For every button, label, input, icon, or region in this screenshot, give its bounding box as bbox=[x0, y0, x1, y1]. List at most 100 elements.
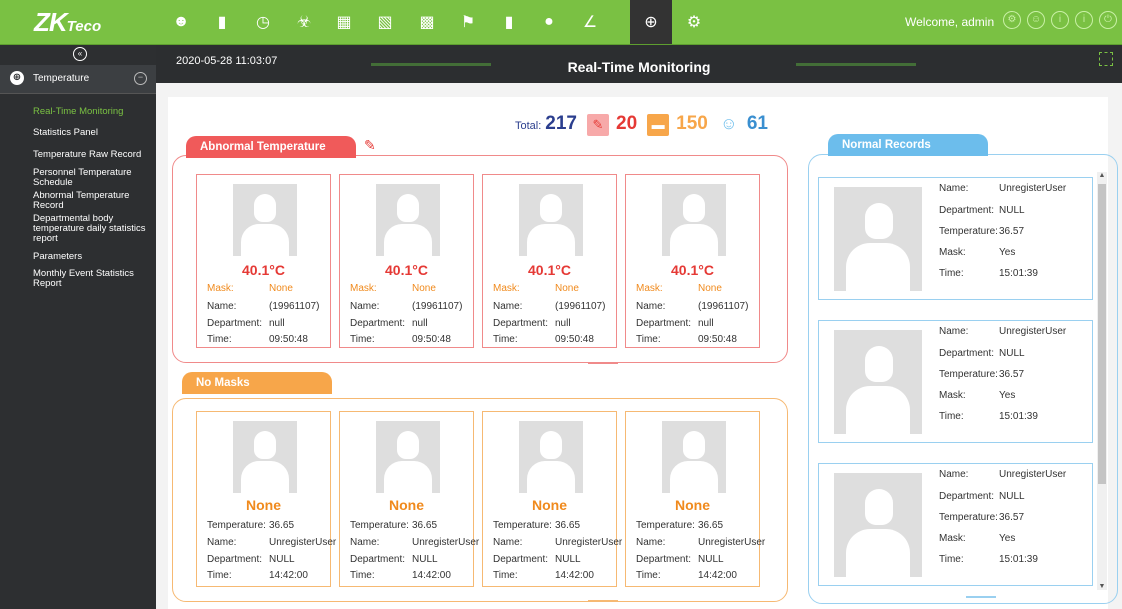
patrol-icon[interactable]: ⚑ bbox=[455, 9, 481, 35]
elevator-icon[interactable]: ▦ bbox=[331, 9, 357, 35]
thermometer-icon: ✎ bbox=[587, 114, 609, 136]
time-row: Time: 09:50:48 bbox=[207, 334, 327, 346]
help-icon[interactable]: i bbox=[1075, 11, 1093, 29]
temperature-value: 36.65 bbox=[269, 520, 295, 531]
avatar-head bbox=[683, 194, 705, 222]
about-icon[interactable]: i bbox=[1051, 11, 1069, 29]
no-mask-record-card[interactable]: None Temperature: 36.65 Name: UnregisterUser… bbox=[339, 411, 479, 587]
totals-bar: Total: 217 ✎ 20 ▬ 150 ☺ 61 bbox=[515, 113, 768, 136]
mask-label: Mask: bbox=[636, 283, 663, 294]
department-row: Department: NULL bbox=[939, 491, 1079, 503]
welcome-text: Welcome, admin bbox=[905, 15, 995, 29]
module-label: Temperature bbox=[33, 73, 90, 84]
department-value: null bbox=[698, 318, 714, 329]
name-value: UnregisterUser bbox=[412, 537, 480, 548]
abnormal-record-card[interactable]: 40.1°C Mask: None Name: (19961107) Department… bbox=[196, 174, 331, 348]
consumer-icon[interactable]: ● bbox=[536, 9, 562, 35]
name-value: (19961107) bbox=[698, 301, 749, 312]
access-icon[interactable]: ☣ bbox=[291, 9, 317, 35]
sidebar-item-monthly-event-statistics[interactable]: Monthly Event Statistics Report bbox=[33, 269, 153, 289]
department-label: Department: bbox=[493, 554, 549, 565]
time-value: 14:42:00 bbox=[555, 570, 594, 581]
scroll-down-icon[interactable]: ▼ bbox=[1097, 583, 1107, 590]
mask-value: None bbox=[412, 283, 436, 294]
normal-record-card[interactable]: Name: UnregisterUser Department: NULL Temper… bbox=[818, 463, 1093, 586]
time-row: Time: 15:01:39 bbox=[939, 554, 1079, 566]
department-value: NULL bbox=[555, 554, 581, 565]
abnormal-record-card[interactable]: 40.1°C Mask: None Name: (19961107) Department… bbox=[339, 174, 474, 348]
abnormal-thermometer-icon: ✎ bbox=[364, 137, 376, 153]
avatar-body bbox=[846, 386, 910, 434]
time-value: 09:50:48 bbox=[269, 334, 308, 345]
abnormal-panel-decoration bbox=[588, 362, 618, 364]
collapse-menu-icon[interactable]: − bbox=[134, 72, 147, 85]
no-mask-record-card[interactable]: None Temperature: 36.65 Name: UnregisterUser… bbox=[482, 411, 622, 587]
scrollbar-thumb[interactable] bbox=[1098, 184, 1106, 484]
abnormal-record-card[interactable]: 40.1°C Mask: None Name: (19961107) Department… bbox=[625, 174, 760, 348]
settings-icon[interactable]: ⚙ bbox=[1003, 11, 1021, 29]
user-icon[interactable]: ☺ bbox=[1027, 11, 1045, 29]
temperature-module-icon: ⊕ bbox=[10, 71, 24, 85]
scroll-up-icon[interactable]: ▲ bbox=[1097, 172, 1107, 179]
avatar-head bbox=[254, 194, 276, 222]
name-value: UnregisterUser bbox=[555, 537, 623, 548]
temperature-value: 36.57 bbox=[999, 369, 1025, 380]
normal-record-card[interactable]: Name: UnregisterUser Department: NULL Temper… bbox=[818, 320, 1093, 443]
person-photo bbox=[834, 330, 922, 434]
collapse-sidebar-icon[interactable]: « bbox=[73, 47, 87, 61]
time-value: 15:01:39 bbox=[999, 411, 1038, 422]
device-icon[interactable]: ▮ bbox=[209, 9, 235, 35]
normal-records-scrollbar[interactable]: ▲ ▼ bbox=[1097, 172, 1107, 590]
temperature-value: 40.1°C bbox=[671, 262, 714, 278]
department-label: Department: bbox=[636, 318, 692, 329]
name-row: Name: UnregisterUser bbox=[636, 537, 765, 549]
department-label: Department: bbox=[939, 348, 995, 359]
department-value: NULL bbox=[999, 491, 1025, 502]
parking-icon[interactable]: ▩ bbox=[414, 9, 440, 35]
avatar-body bbox=[241, 461, 289, 493]
time-value: 14:42:00 bbox=[412, 570, 451, 581]
department-value: NULL bbox=[269, 554, 295, 565]
mask-value: None bbox=[555, 283, 579, 294]
normal-record-card[interactable]: Name: UnregisterUser Department: NULL Temper… bbox=[818, 177, 1093, 300]
no-mask-record-card[interactable]: None Temperature: 36.65 Name: UnregisterUser… bbox=[625, 411, 765, 587]
meeting-icon[interactable]: ∠ bbox=[577, 9, 603, 35]
abnormal-temperature-tab: Abnormal Temperature bbox=[186, 136, 356, 158]
avatar-body bbox=[670, 224, 718, 256]
system-icon[interactable]: ⚙ bbox=[681, 9, 707, 35]
logout-icon[interactable]: ⏻ bbox=[1099, 11, 1117, 29]
department-value: null bbox=[412, 318, 428, 329]
mask-label: Mask: bbox=[350, 283, 377, 294]
hotel-icon[interactable]: ▧ bbox=[372, 9, 398, 35]
name-label: Name: bbox=[939, 326, 969, 337]
time-attendance-icon[interactable]: ◷ bbox=[250, 9, 276, 35]
sidebar-item-departmental-daily-report[interactable]: Departmental body temperature daily stat… bbox=[33, 214, 153, 244]
department-row: Department: null bbox=[207, 318, 327, 330]
person-photo bbox=[834, 473, 922, 577]
no-mask-record-card[interactable]: None Temperature: 36.65 Name: UnregisterUser… bbox=[196, 411, 336, 587]
sidebar-item-real-time-monitoring[interactable]: Real-Time Monitoring bbox=[33, 107, 153, 117]
time-label: Time: bbox=[493, 570, 518, 581]
sidebar-item-statistics-panel[interactable]: Statistics Panel bbox=[33, 128, 153, 138]
normal-records-tab: Normal Records bbox=[828, 134, 988, 156]
temperature-menu-header[interactable]: ⊕ Temperature − bbox=[0, 65, 156, 94]
abnormal-record-card[interactable]: 40.1°C Mask: None Name: (19961107) Department… bbox=[482, 174, 617, 348]
time-row: Time: 09:50:48 bbox=[350, 334, 470, 346]
fullscreen-icon[interactable] bbox=[1099, 52, 1113, 66]
avatar-head bbox=[540, 194, 562, 222]
normal-count: 61 bbox=[746, 113, 768, 134]
mask-status-value: None bbox=[532, 497, 567, 513]
mask-row: Mask: None bbox=[207, 283, 327, 295]
sidebar-item-abnormal-temperature-record[interactable]: Abnormal Temperature Record bbox=[33, 191, 153, 211]
sidebar-item-personnel-temperature-schedule[interactable]: Personnel Temperature Schedule bbox=[33, 168, 153, 188]
no-mask-count: 150 bbox=[676, 113, 708, 134]
mask-value: None bbox=[269, 283, 293, 294]
name-label: Name: bbox=[207, 537, 237, 548]
department-value: null bbox=[555, 318, 571, 329]
temperature-icon[interactable]: ⊕ bbox=[630, 0, 672, 44]
name-label: Name: bbox=[350, 301, 380, 312]
sidebar-item-temperature-raw-record[interactable]: Temperature Raw Record bbox=[33, 150, 153, 160]
personnel-icon[interactable]: ☻ bbox=[168, 9, 194, 35]
sidebar-item-parameters[interactable]: Parameters bbox=[33, 252, 153, 262]
visitor-icon[interactable]: ▮ bbox=[496, 9, 522, 35]
